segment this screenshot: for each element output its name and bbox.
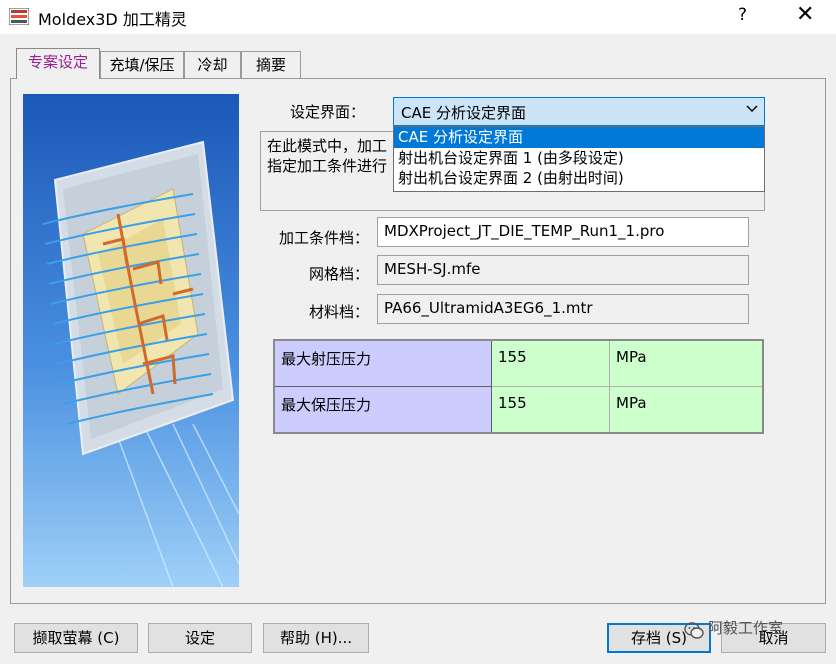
mesh-file-label: 网格档：: [309, 265, 370, 283]
table-row-max-packing-name: 最大保压压力: [275, 387, 492, 432]
interface-selected-value: CAE 分析设定界面: [401, 104, 526, 122]
chevron-down-icon[interactable]: [746, 102, 758, 118]
table-row-max-injection-name: 最大射压压力: [275, 341, 492, 387]
process-file-label: 加工条件档：: [279, 229, 370, 247]
close-button[interactable]: ✕: [796, 2, 814, 27]
interface-dropdown-list: CAE 分析设定界面 射出机台设定界面 1 (由多段设定) 射出机台设定界面 2…: [393, 126, 765, 192]
interface-combobox[interactable]: CAE 分析设定界面: [393, 97, 765, 126]
dropdown-option-cae[interactable]: CAE 分析设定界面: [394, 127, 764, 148]
wechat-icon: [684, 622, 704, 639]
max-packing-pressure-value[interactable]: 155: [492, 387, 610, 432]
watermark-text: 阿毅工作室: [708, 619, 784, 637]
tab-summary[interactable]: 摘要: [241, 51, 301, 78]
tab-project-settings[interactable]: 专案设定: [16, 48, 100, 79]
tab-filling-packing[interactable]: 充填/保压: [100, 51, 184, 78]
window-title: Moldex3D 加工精灵: [38, 10, 187, 29]
mold-illustration: [23, 94, 239, 587]
process-file-field[interactable]: MDXProject_JT_DIE_TEMP_Run1_1.pro: [377, 217, 749, 247]
max-packing-pressure-unit: MPa: [610, 387, 762, 432]
mesh-file-field[interactable]: MESH-SJ.mfe: [377, 255, 749, 285]
title-bar: Moldex3D 加工精灵 ? ✕: [0, 0, 836, 34]
tab-cooling[interactable]: 冷却: [184, 51, 241, 78]
pressure-table: 最大射压压力 155 MPa 最大保压压力 155 MPa: [273, 339, 764, 434]
material-file-label: 材料档：: [309, 303, 370, 321]
dropdown-option-machine-1[interactable]: 射出机台设定界面 1 (由多段设定): [394, 148, 764, 169]
moldex-app-icon: [9, 8, 29, 25]
material-file-field[interactable]: PA66_UltramidA3EG6_1.mtr: [377, 294, 749, 324]
dropdown-option-machine-2[interactable]: 射出机台设定界面 2 (由射出时间): [394, 168, 764, 189]
help-button[interactable]: 帮助 (H)...: [263, 623, 369, 653]
max-injection-pressure-value[interactable]: 155: [492, 341, 610, 387]
settings-button[interactable]: 设定: [148, 623, 252, 653]
capture-screen-button[interactable]: 撷取萤幕 (C): [14, 623, 138, 653]
help-title-button[interactable]: ?: [738, 5, 747, 25]
max-injection-pressure-unit: MPa: [610, 341, 762, 387]
interface-label: 设定界面：: [290, 103, 366, 121]
